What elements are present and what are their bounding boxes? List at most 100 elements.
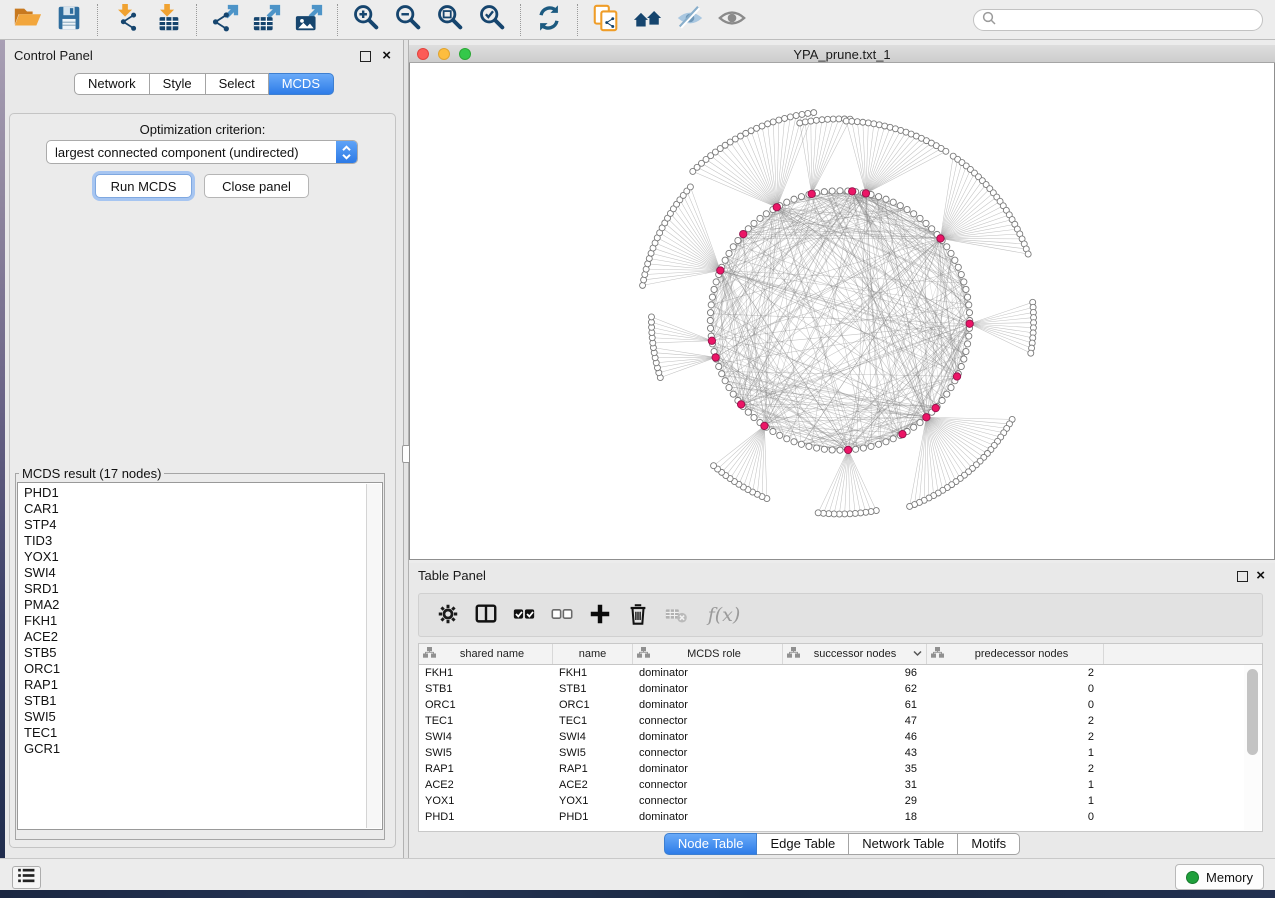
network-view-titlebar[interactable]: YPA_prune.txt_1 (409, 45, 1275, 63)
mcds-result-node[interactable]: SWI5 (18, 709, 382, 725)
close-panel-icon[interactable]: × (382, 50, 391, 61)
add-column-button[interactable] (581, 598, 619, 632)
mcds-result-node[interactable]: ORC1 (18, 661, 382, 677)
delete-column-button[interactable] (619, 598, 657, 632)
network-graph[interactable] (410, 63, 1274, 559)
export-network-button[interactable] (204, 3, 246, 37)
refresh-button[interactable] (528, 3, 570, 37)
tab-style[interactable]: Style (150, 73, 206, 95)
tab-select[interactable]: Select (206, 73, 269, 95)
column-header-MCDS-role[interactable]: MCDS role (633, 644, 783, 664)
zoom-selected-button[interactable] (471, 3, 513, 37)
optimization-criterion-value: largest connected component (undirected) (47, 145, 336, 160)
cell-successor_nodes: 29 (783, 793, 927, 809)
show-all-button[interactable] (711, 3, 753, 37)
export-image-button[interactable] (288, 3, 330, 37)
tab-mcds[interactable]: MCDS (269, 73, 334, 95)
column-header-name[interactable]: name (553, 644, 633, 664)
deselect-all-button[interactable] (543, 598, 581, 632)
table-scrollbar-thumb[interactable] (1247, 669, 1258, 755)
mcds-result-node[interactable]: TEC1 (18, 725, 382, 741)
control-panel-title: Control Panel (14, 48, 93, 63)
split-panel-button[interactable] (467, 598, 505, 632)
save-session-button[interactable] (48, 3, 90, 37)
mcds-result-node[interactable]: FKH1 (18, 613, 382, 629)
hide-selected-button[interactable] (669, 3, 711, 37)
column-header-label: predecessor nodes (944, 648, 1099, 660)
mcds-result-node[interactable]: SWI4 (18, 565, 382, 581)
hide-selected-icon (675, 3, 705, 36)
mcds-result-node[interactable]: GCR1 (18, 741, 382, 757)
duplicate-network-button[interactable] (585, 3, 627, 37)
select-all-icon (512, 602, 536, 629)
mcds-result-node[interactable]: PHD1 (18, 485, 382, 501)
zoom-fit-button[interactable] (429, 3, 471, 37)
table-row[interactable]: STB1STB1dominator620 (419, 681, 1262, 697)
table-row[interactable]: RAP1RAP1dominator352 (419, 761, 1262, 777)
float-table-panel-icon[interactable] (1237, 571, 1248, 582)
import-table-button[interactable] (147, 3, 189, 37)
export-image-icon (294, 3, 324, 36)
table-row[interactable]: TEC1TEC1connector472 (419, 713, 1262, 729)
table-scrollbar[interactable] (1244, 665, 1261, 830)
close-table-panel-icon[interactable]: × (1256, 570, 1265, 581)
column-settings-button[interactable] (429, 598, 467, 632)
close-panel-button[interactable]: Close panel (204, 174, 309, 198)
mcds-result-node[interactable]: ACE2 (18, 629, 382, 645)
zoom-in-button[interactable] (345, 3, 387, 37)
column-header-shared-name[interactable]: shared name (419, 644, 553, 664)
cell-mcds_role: connector (633, 777, 783, 793)
mcds-result-list[interactable]: PHD1CAR1STP4TID3YOX1SWI4SRD1PMA2FKH1ACE2… (18, 485, 382, 757)
float-panel-icon[interactable] (360, 51, 371, 62)
mcds-result-node[interactable]: PMA2 (18, 597, 382, 613)
open-file-button[interactable] (6, 3, 48, 37)
function-builder-button: f(x) (695, 598, 747, 632)
table-tab-node-table[interactable]: Node Table (664, 833, 758, 855)
import-network-button[interactable] (105, 3, 147, 37)
table-tab-motifs[interactable]: Motifs (958, 833, 1020, 855)
cell-successor_nodes: 18 (783, 809, 927, 825)
cell-predecessor_nodes: 1 (927, 777, 1104, 793)
table-body: FKH1FKH1dominator962STB1STB1dominator620… (419, 665, 1262, 825)
tab-network[interactable]: Network (74, 73, 150, 95)
zoom-out-button[interactable] (387, 3, 429, 37)
result-list-scrollbar[interactable] (366, 484, 381, 828)
mcds-result-node[interactable]: YOX1 (18, 549, 382, 565)
export-table-button[interactable] (246, 3, 288, 37)
table-row[interactable]: PHD1PHD1dominator180 (419, 809, 1262, 825)
first-neighbors-button[interactable] (627, 3, 669, 37)
table-tab-network-table[interactable]: Network Table (849, 833, 958, 855)
cell-predecessor_nodes: 2 (927, 729, 1104, 745)
mcds-result-node[interactable]: STB1 (18, 693, 382, 709)
table-row[interactable]: ORC1ORC1dominator610 (419, 697, 1262, 713)
save-session-icon (54, 3, 84, 36)
mcds-result-node[interactable]: TID3 (18, 533, 382, 549)
select-all-button[interactable] (505, 598, 543, 632)
table-tabs: Node TableEdge TableNetwork TableMotifs (409, 833, 1275, 855)
search-input[interactable] (996, 12, 1250, 28)
table-row[interactable]: YOX1YOX1connector291 (419, 793, 1262, 809)
table-row[interactable]: FKH1FKH1dominator962 (419, 665, 1262, 681)
table-row[interactable]: SWI5SWI5connector431 (419, 745, 1262, 761)
memory-button[interactable]: Memory (1175, 864, 1264, 890)
table-tab-edge-table[interactable]: Edge Table (757, 833, 849, 855)
show-panels-button[interactable] (12, 866, 41, 889)
deselect-all-icon (550, 602, 574, 629)
mcds-result-node[interactable]: SRD1 (18, 581, 382, 597)
table-row[interactable]: ACE2ACE2connector311 (419, 777, 1262, 793)
mcds-result-node[interactable]: RAP1 (18, 677, 382, 693)
column-header-predecessor-nodes[interactable]: predecessor nodes (927, 644, 1104, 664)
cell-predecessor_nodes: 2 (927, 761, 1104, 777)
mcds-result-node[interactable]: CAR1 (18, 501, 382, 517)
run-mcds-button[interactable]: Run MCDS (95, 174, 192, 198)
network-canvas[interactable] (409, 63, 1275, 560)
search-field[interactable] (973, 9, 1263, 31)
mcds-result-node[interactable]: STP4 (18, 517, 382, 533)
optimization-criterion-select[interactable]: largest connected component (undirected) (46, 140, 358, 164)
mcds-result-node[interactable]: STB5 (18, 645, 382, 661)
table-row[interactable]: SWI4SWI4dominator462 (419, 729, 1262, 745)
column-header-successor-nodes[interactable]: successor nodes (783, 644, 927, 664)
chevron-up-down-icon (336, 141, 357, 163)
control-panel: Control Panel × NetworkStyleSelectMCDS O… (5, 40, 403, 858)
cell-successor_nodes: 35 (783, 761, 927, 777)
